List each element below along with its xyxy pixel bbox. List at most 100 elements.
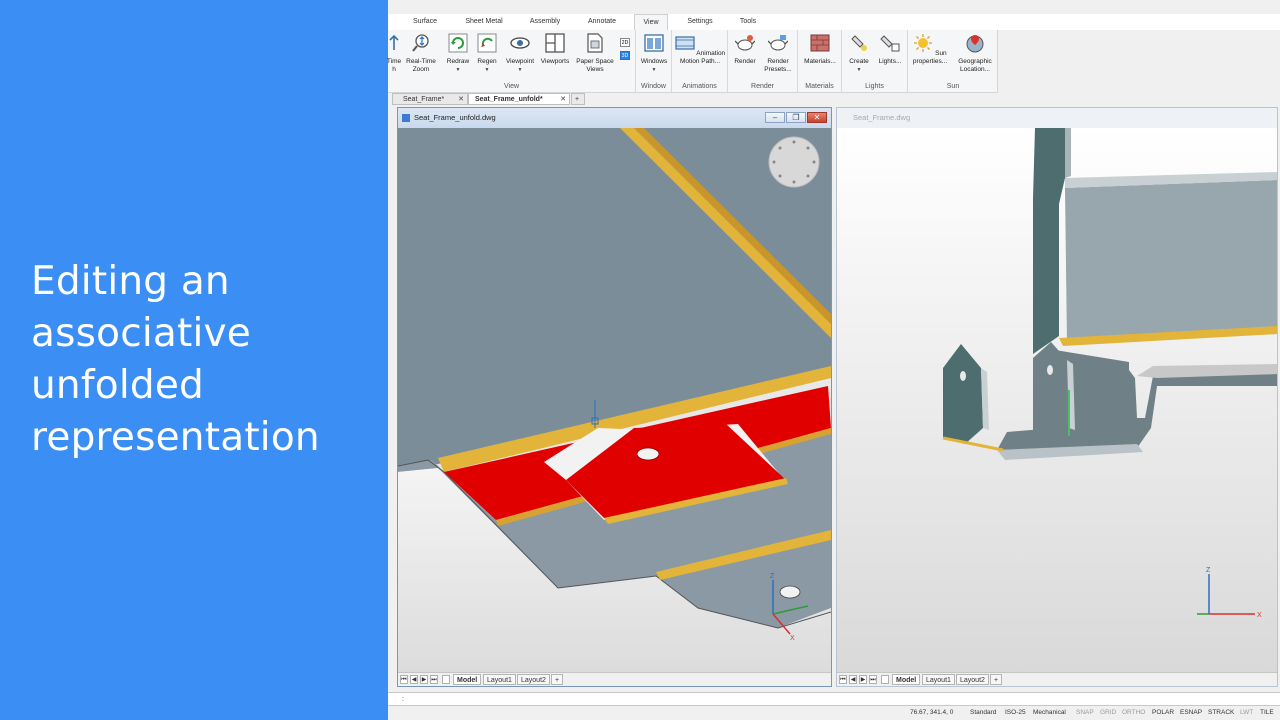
coordinate-readout: 76.67, 341.4, 0 <box>910 709 954 716</box>
close-icon[interactable]: ✕ <box>807 112 827 123</box>
caption-panel: Editing an associative unfolded represen… <box>0 0 388 720</box>
render-presets-label: Render Presets... <box>764 58 792 73</box>
tab-view[interactable]: View <box>634 14 668 30</box>
window-controls: – ❐ ✕ <box>764 112 827 124</box>
chevron-down-icon: ▼ <box>484 67 490 73</box>
viewport-right[interactable]: Seat_Frame.dwg Z X ⏮ ◀ ▶ ⏭ Model Layout1… <box>836 107 1278 687</box>
document-tab-bar: Seat_Frame* ✕ Seat_Frame_unfold* ✕ + <box>388 93 1280 105</box>
realtime-pan-button[interactable]: Time h <box>384 33 404 74</box>
render-button[interactable]: Render <box>730 33 760 66</box>
lights-button[interactable]: Lights... <box>874 33 906 66</box>
model-canvas[interactable]: Z X <box>398 128 831 672</box>
screen: Editing an associative unfolded represen… <box>0 0 1280 720</box>
status-dim-style[interactable]: ISO-25 <box>1005 706 1026 720</box>
ribbon-tab-bar: Surface Sheet Metal Assembly Annotate Vi… <box>388 14 1280 30</box>
lights-list-icon <box>880 35 900 52</box>
last-layout-icon[interactable]: ⏭ <box>869 675 877 684</box>
caption-line: unfolded <box>31 363 204 408</box>
group-label: View <box>503 83 520 90</box>
next-layout-icon[interactable]: ▶ <box>420 675 428 684</box>
materials-button[interactable]: Materials... <box>798 33 842 66</box>
tab-tools[interactable]: Tools <box>733 14 763 30</box>
close-icon[interactable]: ✕ <box>458 94 464 105</box>
status-toggle-lwt[interactable]: LWT <box>1240 706 1253 720</box>
create-light-button[interactable]: Create ▼ <box>844 33 874 74</box>
group-materials: Materials... Materials <box>798 30 842 92</box>
regen-label: Regen <box>477 58 497 65</box>
paper-space-views-button[interactable]: Paper Space Views <box>572 33 618 74</box>
drawing-file-icon <box>402 114 410 122</box>
layout-tab-add[interactable]: + <box>551 674 564 685</box>
model-canvas[interactable]: Z X <box>837 128 1277 672</box>
doc-tab-seat-frame[interactable]: Seat_Frame* ✕ <box>392 93 468 105</box>
light-bulb-icon <box>851 35 867 51</box>
sun-icon <box>914 34 933 52</box>
status-text-style[interactable]: Standard <box>970 706 996 720</box>
regen-icon <box>477 33 497 53</box>
redraw-button[interactable]: Redraw ▼ <box>444 33 472 74</box>
chevron-down-icon: ▼ <box>455 67 461 73</box>
layout-tab-add[interactable]: + <box>990 674 1003 685</box>
tab-settings[interactable]: Settings <box>680 14 720 30</box>
tab-sheet-metal[interactable]: Sheet Metal <box>460 14 508 30</box>
doc-tab-seat-frame-unfold[interactable]: Seat_Frame_unfold* ✕ <box>468 93 570 105</box>
regen-button[interactable]: Regen ▼ <box>473 33 501 74</box>
next-layout-icon[interactable]: ▶ <box>859 675 867 684</box>
globe-pin-icon <box>966 35 984 53</box>
layout-tab-model[interactable]: Model <box>453 674 482 685</box>
geographic-location-button[interactable]: Geographic Location... <box>952 33 998 74</box>
status-toggle-polar[interactable]: POLAR <box>1152 706 1174 720</box>
status-workspace[interactable]: Mechanical <box>1033 706 1066 720</box>
tab-assembly[interactable]: Assembly <box>524 14 566 30</box>
caption-title: Editing an associative unfolded represen… <box>31 256 381 464</box>
viewpoint-button[interactable]: Viewpoint ▼ <box>502 33 538 74</box>
new-tab-button[interactable]: + <box>571 93 585 105</box>
realtime-pan-label: Time h <box>386 58 402 73</box>
viewports-button[interactable]: Viewports <box>538 33 572 66</box>
chevron-down-icon: ▼ <box>651 67 657 73</box>
page-icon[interactable] <box>881 675 889 684</box>
layout-tab-layout1[interactable]: Layout1 <box>922 674 955 685</box>
viewport-left[interactable]: Seat_Frame_unfold.dwg – ❐ ✕ Z X ⏮ ◀ ▶ ⏭ … <box>397 107 832 687</box>
2d-view-icon[interactable]: 2D <box>620 38 630 47</box>
group-label: Animations <box>682 83 717 90</box>
layout-tab-bar: ⏮ ◀ ▶ ⏭ Model Layout1 Layout2 + <box>837 672 1277 686</box>
layout-tab-layout2[interactable]: Layout2 <box>956 674 989 685</box>
status-toggle-grid[interactable]: GRID <box>1100 706 1116 720</box>
layout-tab-model[interactable]: Model <box>892 674 921 685</box>
command-line-input[interactable]: : <box>388 692 1280 706</box>
tab-annotate[interactable]: Annotate <box>581 14 623 30</box>
viewport-title-bar: Seat_Frame_unfold.dwg – ❐ ✕ <box>398 108 831 128</box>
lights-label: Lights... <box>878 58 902 65</box>
3d-view-icon[interactable]: 3D <box>620 51 630 60</box>
teapot-icon <box>734 35 756 51</box>
minimize-icon[interactable]: – <box>765 112 785 123</box>
paper-space-icon <box>587 33 603 53</box>
page-icon[interactable] <box>442 675 450 684</box>
last-layout-icon[interactable]: ⏭ <box>430 675 438 684</box>
geographic-location-label: Geographic Location... <box>958 58 992 73</box>
animation-motion-path-button[interactable]: Animation Motion Path... <box>672 33 728 66</box>
status-toggle-strack[interactable]: STRACK <box>1208 706 1234 720</box>
status-toggle-ortho[interactable]: ORTHO <box>1122 706 1145 720</box>
sun-properties-button[interactable]: Sun properties... <box>908 33 952 66</box>
render-presets-icon <box>767 35 789 51</box>
tab-surface[interactable]: Surface <box>406 14 444 30</box>
chevron-down-icon: ▼ <box>517 67 523 73</box>
windows-button[interactable]: Windows ▼ <box>636 33 672 74</box>
restore-icon[interactable]: ❐ <box>786 112 806 123</box>
status-toggle-tile[interactable]: TILE <box>1260 706 1274 720</box>
prev-layout-icon[interactable]: ◀ <box>410 675 418 684</box>
layout-tab-layout1[interactable]: Layout1 <box>483 674 516 685</box>
close-icon[interactable]: ✕ <box>560 94 566 105</box>
prev-layout-icon[interactable]: ◀ <box>849 675 857 684</box>
group-window: Windows ▼ Window <box>636 30 672 92</box>
layout-tab-layout2[interactable]: Layout2 <box>517 674 550 685</box>
chevron-down-icon: ▼ <box>856 67 862 73</box>
realtime-zoom-button[interactable]: Real-Time Zoom <box>402 33 440 74</box>
first-layout-icon[interactable]: ⏮ <box>400 675 408 684</box>
render-presets-button[interactable]: Render Presets... <box>760 33 796 74</box>
status-toggle-esnap[interactable]: ESNAP <box>1180 706 1202 720</box>
status-toggle-snap[interactable]: SNAP <box>1076 706 1094 720</box>
first-layout-icon[interactable]: ⏮ <box>839 675 847 684</box>
